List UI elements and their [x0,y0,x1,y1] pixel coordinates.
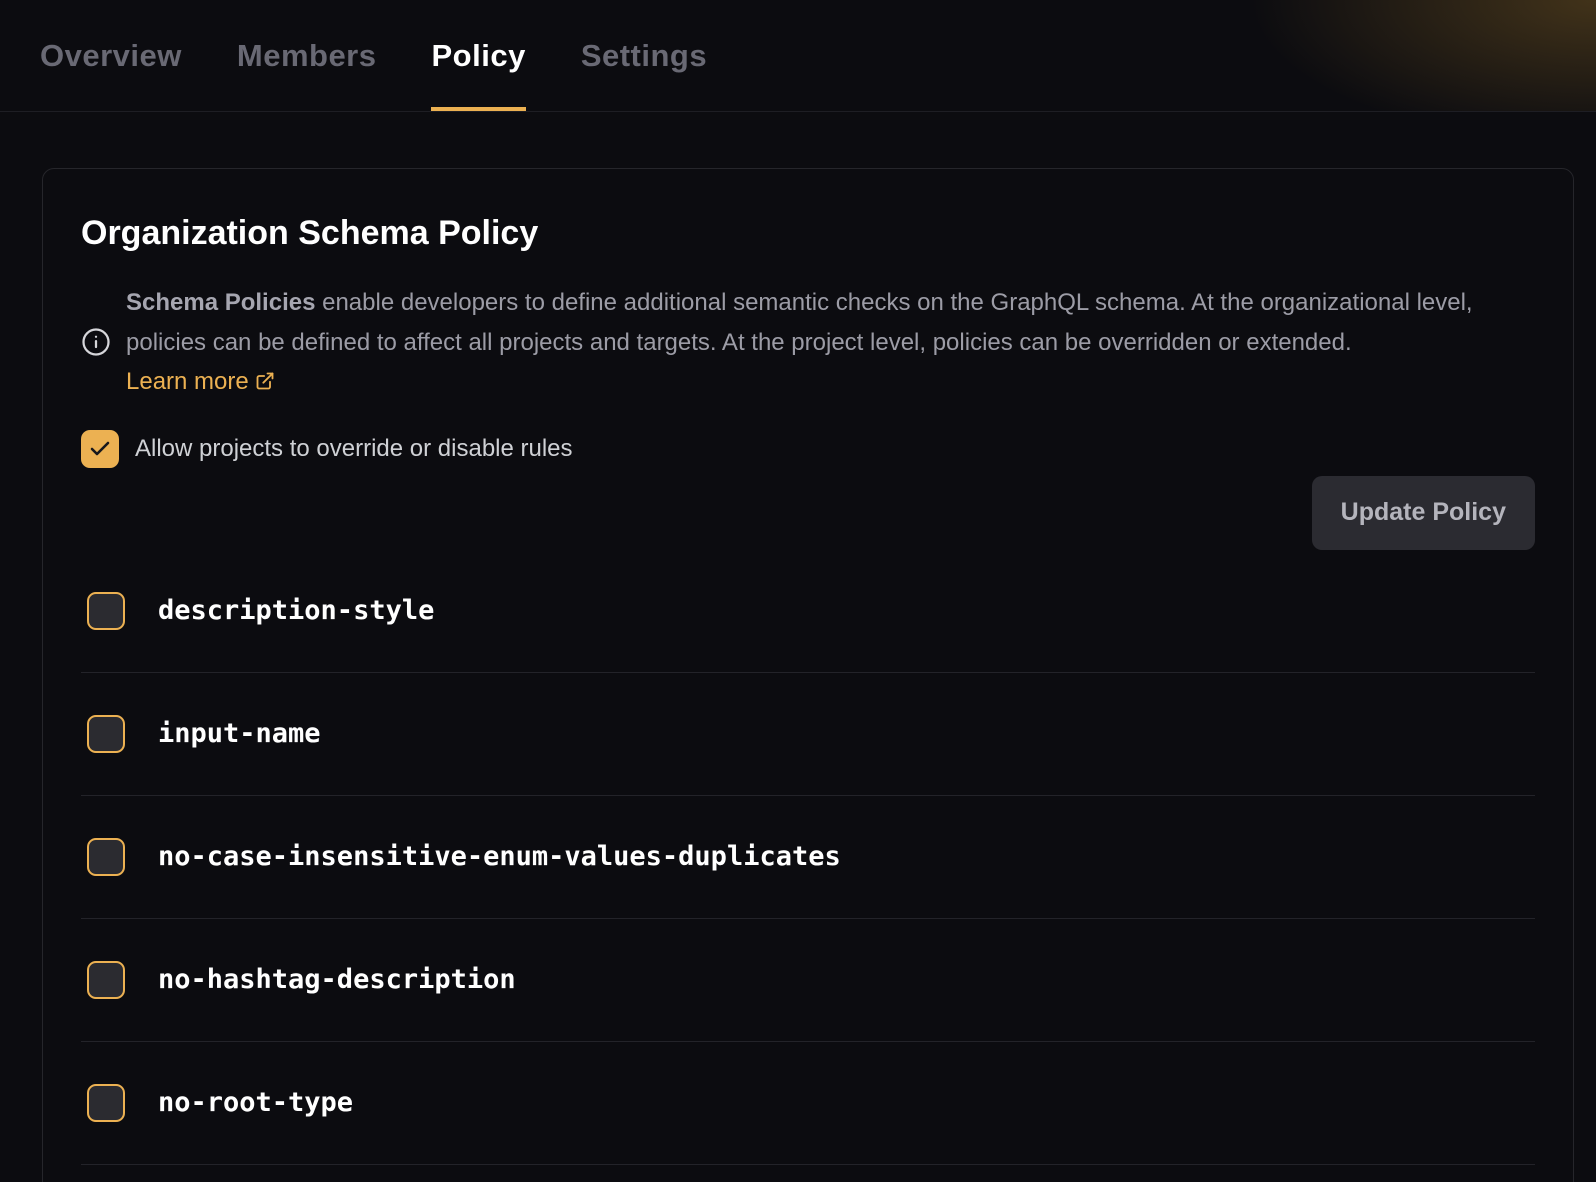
allow-override-label: Allow projects to override or disable ru… [135,435,573,463]
rule-name: no-hashtag-description [158,964,516,995]
rule-checkbox[interactable] [87,592,125,630]
update-policy-button[interactable]: Update Policy [1312,476,1535,550]
check-icon [88,437,112,461]
rule-checkbox[interactable] [87,715,125,753]
allow-override-checkbox[interactable]: Allow projects to override or disable ru… [81,430,573,468]
tab-policy[interactable]: Policy [431,0,525,111]
tab-policy-label: Policy [431,38,525,74]
tab-members-label: Members [237,38,377,74]
rule-checkbox[interactable] [87,1084,125,1122]
learn-more-label: Learn more [126,368,249,395]
tab-bar: Overview Members Policy Settings [0,0,1596,112]
rule-name: no-root-type [158,1087,353,1118]
tab-overview-label: Overview [40,38,182,74]
page-title: Organization Schema Policy [81,213,1535,253]
button-row: Update Policy [81,476,1535,550]
info-icon [81,327,111,357]
rule-row-no-root-type[interactable]: no-root-type [81,1042,1535,1165]
rule-row-no-hashtag-description[interactable]: no-hashtag-description [81,919,1535,1042]
policy-description: Schema Policies enable developers to def… [81,283,1535,402]
rule-name: no-case-insensitive-enum-values-duplicat… [158,841,841,872]
rule-row-no-case-insensitive-enum-values-duplicates[interactable]: no-case-insensitive-enum-values-duplicat… [81,796,1535,919]
tab-settings[interactable]: Settings [581,0,707,111]
tab-settings-label: Settings [581,38,707,74]
rule-name: input-name [158,718,321,749]
policy-description-text: Schema Policies enable developers to def… [126,283,1506,402]
checkbox-checked-icon[interactable] [81,430,119,468]
policy-page: Organization Schema Policy Schema Polici… [0,112,1596,1182]
rule-name: description-style [158,595,434,626]
tab-overview[interactable]: Overview [40,0,182,111]
org-tabs: Overview Members Policy Settings [40,0,707,111]
schema-policy-card: Organization Schema Policy Schema Polici… [42,168,1574,1182]
rule-row-description-style[interactable]: description-style [81,550,1535,673]
description-intro: Schema Policies [126,289,315,316]
external-link-icon [255,371,275,391]
rule-checkbox[interactable] [87,838,125,876]
rule-row-input-name[interactable]: input-name [81,673,1535,796]
description-body: enable developers to define additional s… [126,289,1473,356]
tab-members[interactable]: Members [237,0,377,111]
policy-rules-list: description-style input-name no-case-ins… [81,550,1535,1165]
rule-checkbox[interactable] [87,961,125,999]
learn-more-link[interactable]: Learn more [126,368,275,395]
